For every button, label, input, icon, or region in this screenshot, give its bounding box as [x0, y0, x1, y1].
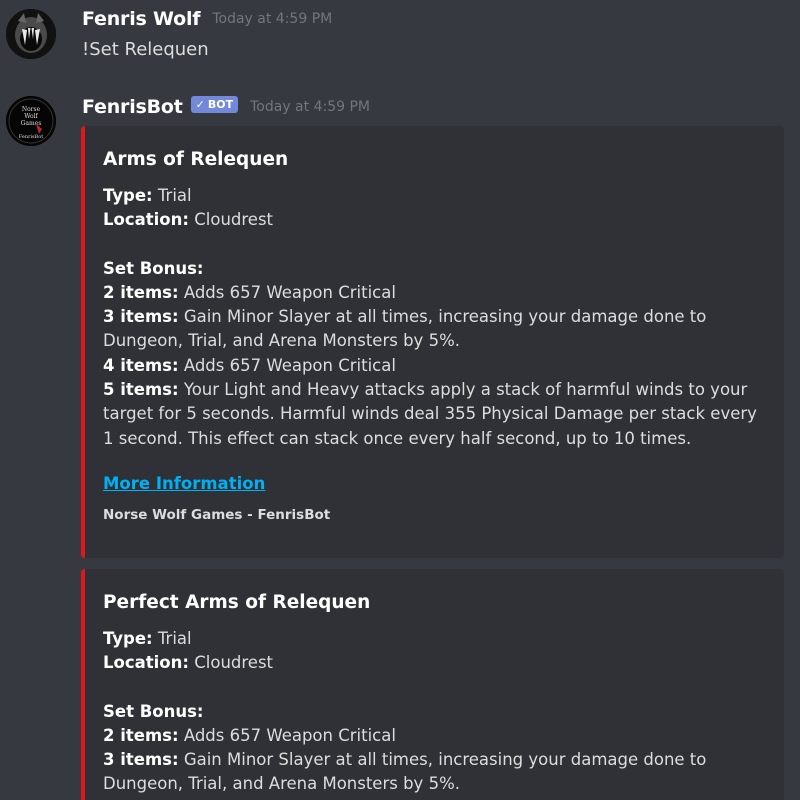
bonus-label: 2 items:: [103, 725, 179, 745]
embed-card: Arms of Relequen Type: Trial Location: C…: [81, 126, 784, 558]
bonus-line: 4 items: Adds 657 Weapon Critical: [103, 354, 768, 378]
type-label: Type:: [103, 186, 153, 205]
avatar[interactable]: [6, 9, 56, 59]
set-bonus-label: Set Bonus:: [103, 701, 204, 721]
embed-card: Perfect Arms of Relequen Type: Trial Loc…: [81, 569, 784, 800]
location-label: Location:: [103, 653, 189, 673]
type-label: Type:: [103, 629, 153, 648]
location-value: Cloudrest: [194, 653, 274, 673]
embed-footer: Norse Wolf Games - FenrisBot: [103, 506, 331, 523]
location-label: Location:: [103, 210, 189, 230]
bonus-text: Gain Minor Slayer at all times, increasi…: [103, 750, 707, 794]
embed-title: Arms of Relequen: [103, 149, 289, 170]
author-name[interactable]: Fenris Wolf: [82, 8, 201, 30]
chat-window: Fenris Wolf Today at 4:59 PM !Set Relequ…: [0, 0, 800, 800]
bonus-line: 3 items: Gain Minor Slayer at all times,…: [103, 748, 768, 797]
location-value: Cloudrest: [194, 210, 274, 230]
bonus-line: 3 items: Gain Minor Slayer at all times,…: [103, 305, 768, 354]
bonus-label: 2 items:: [103, 282, 179, 302]
bot-tag-label: BOT: [207, 97, 234, 111]
bonus-label: 3 items:: [103, 750, 179, 770]
bonus-label: 5 items:: [103, 380, 179, 400]
norse-wolf-games-logo: Norse Wolf Games FenrisBot: [6, 96, 56, 146]
set-bonus-label: Set Bonus:: [103, 258, 204, 278]
svg-text:FenrisBot: FenrisBot: [19, 134, 44, 140]
svg-text:Norse: Norse: [22, 106, 41, 113]
bonus-text: Adds 657 Weapon Critical: [183, 725, 396, 745]
embed-description: Type: Trial Location: Cloudrest Set Bonu…: [103, 627, 768, 797]
message-timestamp: Today at 4:59 PM: [250, 99, 370, 115]
bonus-label: 3 items:: [103, 307, 179, 327]
wolf-avatar-icon: [6, 9, 56, 59]
bonus-text: Gain Minor Slayer at all times, increasi…: [103, 307, 707, 351]
type-value: Trial: [157, 186, 192, 205]
message-fenris-wolf: Fenris Wolf Today at 4:59 PM !Set Relequ…: [0, 0, 800, 80]
bot-tag: ✓ BOT: [190, 95, 239, 113]
avatar[interactable]: Norse Wolf Games FenrisBot: [6, 96, 56, 146]
bonus-line: 2 items: Adds 657 Weapon Critical: [103, 281, 768, 305]
bonus-text: Adds 657 Weapon Critical: [183, 282, 396, 302]
message-content: !Set Relequen: [82, 39, 209, 60]
checkmark-icon: ✓: [195, 97, 205, 111]
more-information-link[interactable]: More Information: [103, 474, 265, 493]
type-value: Trial: [157, 629, 192, 648]
bonus-text: Adds 657 Weapon Critical: [183, 355, 396, 375]
bonus-line: 5 items: Your Light and Heavy attacks ap…: [103, 378, 768, 451]
bonus-text: Your Light and Heavy attacks apply a sta…: [103, 380, 757, 448]
embed-description: Type: Trial Location: Cloudrest Set Bonu…: [103, 184, 768, 451]
message-timestamp: Today at 4:59 PM: [212, 11, 333, 27]
author-name[interactable]: FenrisBot: [82, 96, 183, 118]
bonus-line: 2 items: Adds 657 Weapon Critical: [103, 724, 768, 748]
embed-title: Perfect Arms of Relequen: [103, 592, 371, 613]
svg-text:Wolf: Wolf: [24, 113, 38, 120]
bonus-label: 4 items:: [103, 355, 179, 375]
